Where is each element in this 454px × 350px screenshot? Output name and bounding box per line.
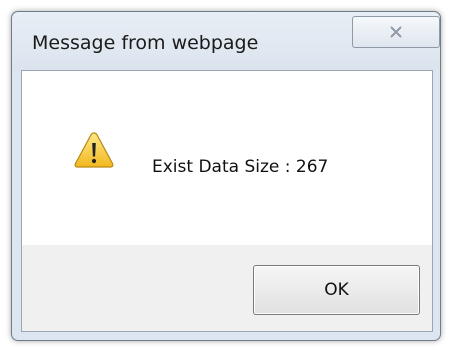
warning-icon — [74, 132, 114, 168]
close-icon — [390, 26, 402, 38]
dialog-title: Message from webpage — [32, 32, 259, 54]
close-button[interactable] — [352, 16, 440, 48]
dialog-body: Exist Data Size : 267 OK — [21, 70, 433, 332]
dialog-titlebar[interactable]: Message from webpage — [12, 12, 440, 70]
message-dialog: Message from webpage Exist Data Size: 2… — [11, 11, 441, 341]
ok-button[interactable]: OK — [253, 265, 420, 315]
message-text: Exist Data Size : 267 — [152, 157, 329, 177]
message-area: Exist Data Size : 267 — [22, 71, 432, 245]
